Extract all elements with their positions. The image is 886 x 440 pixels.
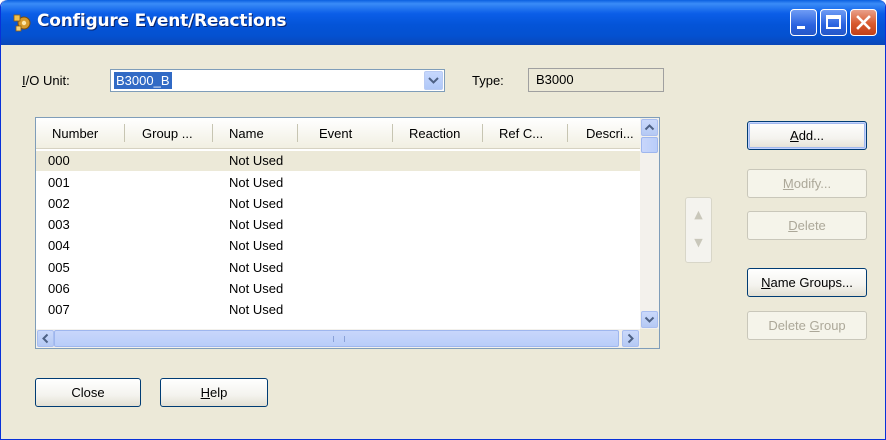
- chevron-left-icon: [42, 333, 49, 344]
- row-name: Not Used: [229, 260, 284, 275]
- row-number: 001: [48, 175, 70, 190]
- scroll-corner: [640, 329, 659, 348]
- io-unit-label: I/O Unit:: [22, 73, 70, 88]
- column-header-group[interactable]: Group ...: [142, 126, 193, 141]
- close-window-button[interactable]: [850, 9, 877, 36]
- row-number: 007: [48, 302, 70, 317]
- minimize-icon: [797, 26, 805, 29]
- reorder-spin-control[interactable]: ▲ ▼: [685, 197, 712, 263]
- horizontal-scrollbar[interactable]: [36, 329, 640, 348]
- list-row[interactable]: 002 Not Used: [36, 194, 640, 214]
- type-label: Type:: [472, 73, 504, 88]
- scroll-up-button[interactable]: [641, 119, 658, 136]
- column-header-reaction[interactable]: Reaction: [409, 126, 460, 141]
- minimize-button[interactable]: [790, 9, 817, 36]
- app-gear-icon: [13, 14, 31, 32]
- type-value: B3000: [536, 72, 574, 87]
- column-header-description[interactable]: Descri...: [586, 126, 634, 141]
- column-header-ref-count[interactable]: Ref C...: [499, 126, 543, 141]
- move-down-icon[interactable]: ▼: [686, 236, 711, 249]
- event-reaction-list[interactable]: Number Group ... Name Event Reaction Ref…: [35, 117, 660, 349]
- io-unit-value: B3000_B: [114, 72, 172, 89]
- chevron-down-icon: [428, 77, 439, 84]
- row-name: Not Used: [229, 217, 284, 232]
- list-row[interactable]: 000 Not Used: [36, 151, 640, 171]
- column-header-number[interactable]: Number: [52, 126, 98, 141]
- scroll-down-button[interactable]: [641, 311, 658, 328]
- add-button[interactable]: Add...: [747, 121, 867, 150]
- row-number: 003: [48, 217, 70, 232]
- list-row[interactable]: 006 Not Used: [36, 279, 640, 299]
- move-up-icon[interactable]: ▲: [686, 208, 711, 221]
- column-header-event[interactable]: Event: [319, 126, 352, 141]
- modify-button[interactable]: Modify...: [747, 169, 867, 198]
- row-name: Not Used: [229, 238, 284, 253]
- title-bar[interactable]: Configure Event/Reactions: [1, 0, 885, 45]
- row-number: 005: [48, 260, 70, 275]
- row-name: Not Used: [229, 302, 284, 317]
- column-divider: [392, 124, 393, 142]
- column-header-name[interactable]: Name: [229, 126, 264, 141]
- row-name: Not Used: [229, 153, 284, 168]
- row-number: 006: [48, 281, 70, 296]
- column-divider: [124, 124, 125, 142]
- list-row[interactable]: 001 Not Used: [36, 173, 640, 193]
- row-number: 004: [48, 238, 70, 253]
- close-button[interactable]: Close: [35, 378, 141, 407]
- delete-group-button[interactable]: Delete Group: [747, 311, 867, 340]
- row-name: Not Used: [229, 196, 284, 211]
- io-unit-select[interactable]: B3000_B: [110, 69, 445, 92]
- list-row[interactable]: 005 Not Used: [36, 258, 640, 278]
- window-title: Configure Event/Reactions: [37, 11, 287, 31]
- scroll-grip: [333, 336, 345, 342]
- delete-button[interactable]: Delete: [747, 211, 867, 240]
- scroll-left-button[interactable]: [37, 330, 54, 347]
- row-name: Not Used: [229, 281, 284, 296]
- list-row[interactable]: 007 Not Used: [36, 300, 640, 320]
- type-field: B3000: [528, 68, 664, 92]
- close-icon: [856, 15, 871, 30]
- row-name: Not Used: [229, 175, 284, 190]
- list-row[interactable]: 004 Not Used: [36, 236, 640, 256]
- column-divider: [297, 124, 298, 142]
- row-number: 002: [48, 196, 70, 211]
- vertical-scrollbar[interactable]: [640, 118, 659, 329]
- help-button[interactable]: Help: [160, 378, 268, 407]
- list-header: Number Group ... Name Event Reaction Ref…: [36, 118, 640, 149]
- chevron-up-icon: [644, 124, 655, 131]
- maximize-icon: [826, 15, 841, 29]
- scroll-right-button[interactable]: [622, 330, 639, 347]
- row-number: 000: [48, 153, 70, 168]
- name-groups-button[interactable]: Name Groups...: [747, 268, 867, 297]
- dialog-window: Configure Event/Reactions I/O Unit: B300…: [0, 0, 886, 440]
- chevron-right-icon: [627, 333, 634, 344]
- column-divider: [212, 124, 213, 142]
- list-row[interactable]: 003 Not Used: [36, 215, 640, 235]
- maximize-button[interactable]: [820, 9, 847, 36]
- column-divider: [482, 124, 483, 142]
- horizontal-scroll-thumb[interactable]: [54, 330, 619, 347]
- dropdown-button[interactable]: [424, 71, 443, 90]
- chevron-down-icon: [644, 316, 655, 323]
- vertical-scroll-thumb[interactable]: [641, 137, 658, 153]
- column-divider: [567, 124, 568, 142]
